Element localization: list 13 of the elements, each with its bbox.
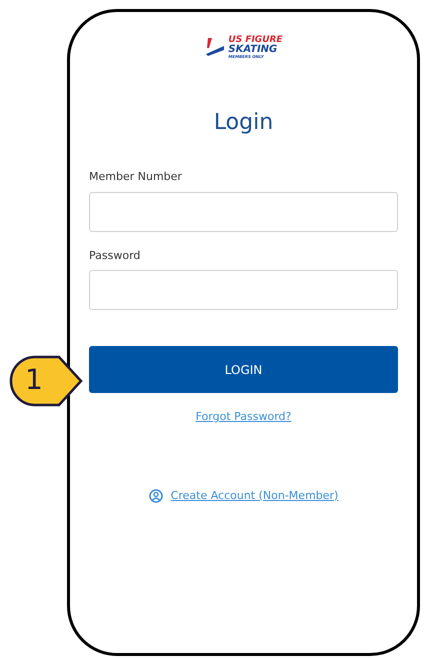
user-circle-icon — [148, 488, 163, 503]
step-number: 1 — [25, 363, 43, 397]
field-label: Member Number — [89, 169, 183, 185]
field-label: Password — [89, 248, 142, 264]
input-field[interactable] — [89, 270, 398, 310]
input-field[interactable] — [89, 192, 398, 232]
login-button[interactable]: LOGIN — [89, 346, 398, 393]
logo-text: SKATING — [228, 44, 278, 54]
logo-text: US FIGURE — [228, 36, 283, 44]
login-title: Login — [214, 109, 274, 137]
create-account-link[interactable]: Create Account (Non-Member) — [170, 488, 338, 504]
skater-logo-icon — [204, 36, 226, 58]
forgot-password-link[interactable]: Forgot Password? — [196, 409, 292, 426]
